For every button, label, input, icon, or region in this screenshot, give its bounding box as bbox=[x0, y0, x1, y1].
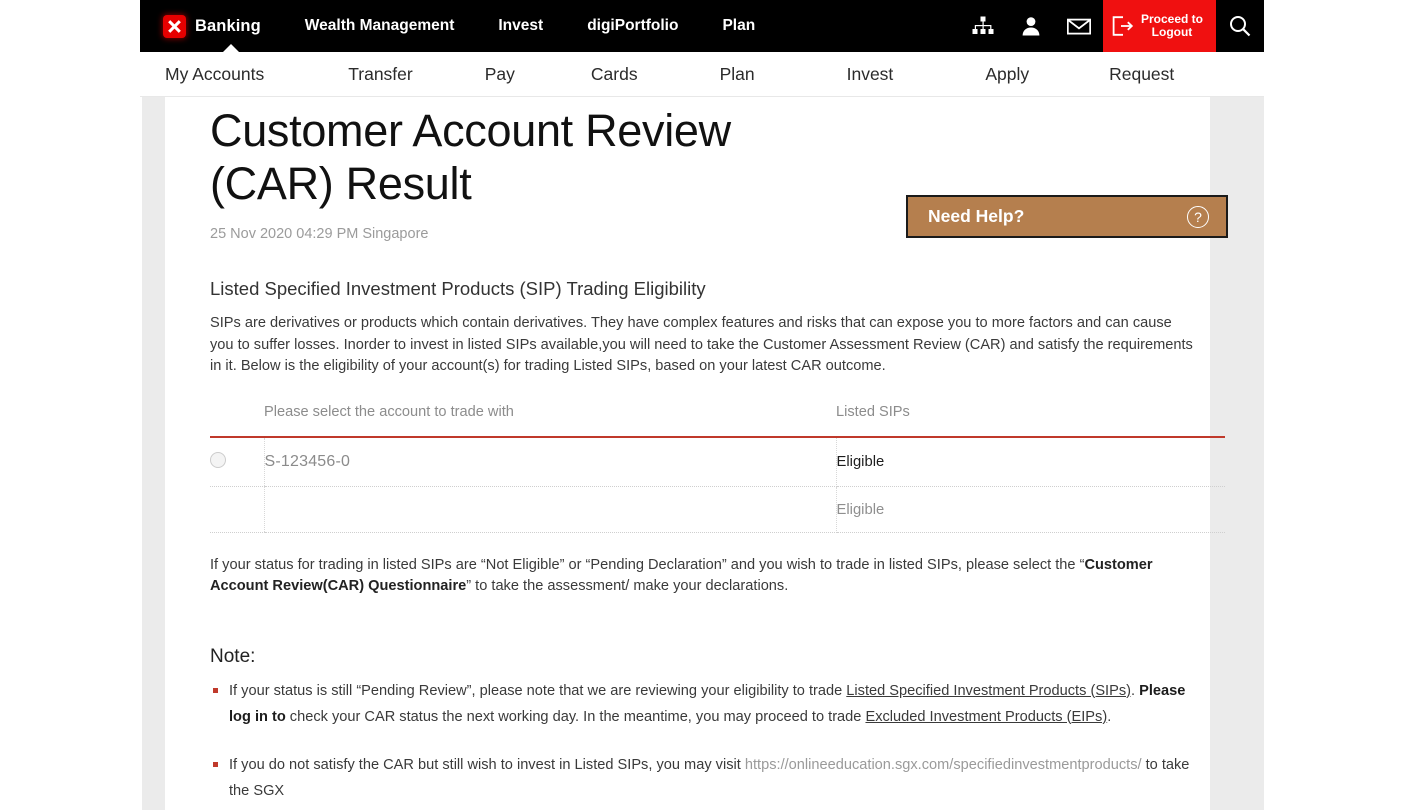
account-eligibility-table: Please select the account to trade with … bbox=[210, 404, 1225, 533]
after-table-note: If your status for trading in listed SIP… bbox=[210, 555, 1195, 598]
table-header-account: Please select the account to trade with bbox=[264, 403, 514, 420]
person-icon[interactable] bbox=[1007, 0, 1055, 52]
top-nav-items: Wealth Management Invest digiPortfolio P… bbox=[261, 17, 755, 35]
sitemap-icon[interactable] bbox=[959, 0, 1007, 52]
sidebar-item-plan[interactable]: Plan bbox=[720, 64, 755, 85]
table-row: Eligible bbox=[210, 486, 1225, 533]
link-sgx-education-url[interactable]: https://onlineeducation.sgx.com/specifie… bbox=[745, 757, 1142, 773]
sip-status: Eligible bbox=[836, 501, 885, 518]
content-area: Customer Account Review (CAR) Result 25 … bbox=[140, 97, 1264, 810]
table-row: S-123456-0 Eligible bbox=[210, 436, 1225, 487]
table-cell-account: S-123456-0 bbox=[263, 436, 837, 487]
note1-part1: If your status is still “Pending Review”… bbox=[229, 682, 847, 699]
table-head: Please select the account to trade with … bbox=[210, 404, 1225, 437]
table-cell-sips: Eligible bbox=[836, 436, 1225, 487]
note-list: If your status is still “Pending Review”… bbox=[210, 678, 1210, 804]
top-right-icon-group: Proceed to Logout bbox=[959, 0, 1264, 52]
search-icon[interactable] bbox=[1216, 0, 1264, 52]
envelope-icon[interactable] bbox=[1055, 0, 1103, 52]
brand-banking[interactable]: Banking bbox=[163, 14, 261, 38]
after-table-part1: If your status for trading in listed SIP… bbox=[210, 556, 1085, 573]
account-number: S-123456-0 bbox=[264, 452, 351, 470]
sidebar-item-my-accounts[interactable]: My Accounts bbox=[165, 64, 264, 85]
x-logo-icon bbox=[163, 14, 186, 38]
table-header-row: Please select the account to trade with … bbox=[210, 404, 1225, 437]
table-body: S-123456-0 Eligible Eligible bbox=[210, 436, 1225, 533]
logout-label: Proceed to Logout bbox=[1140, 12, 1203, 39]
list-item: If your status is still “Pending Review”… bbox=[210, 678, 1210, 730]
top-nav-item-plan[interactable]: Plan bbox=[722, 17, 755, 35]
top-nav-item-invest[interactable]: Invest bbox=[498, 17, 543, 35]
question-circle-icon: ? bbox=[1187, 205, 1209, 228]
sidebar-item-request[interactable]: Request bbox=[1109, 64, 1174, 85]
section-intro-text: SIPs are derivatives or products which c… bbox=[210, 315, 1193, 374]
need-help-button[interactable]: Need Help? ? bbox=[906, 195, 1228, 238]
need-help-label: Need Help? bbox=[928, 206, 1025, 226]
note1-part3: check your CAR status the next working d… bbox=[285, 708, 866, 725]
secondary-navigation-bar: My Accounts Transfer Pay Cards Plan Inve… bbox=[140, 52, 1264, 97]
top-nav-item-wealth-management[interactable]: Wealth Management bbox=[305, 17, 455, 35]
note1-part2: . bbox=[1131, 682, 1140, 699]
link-excluded-investment-products[interactable]: Excluded Investment Products (EIPs) bbox=[865, 709, 1107, 725]
sidebar-item-invest[interactable]: Invest bbox=[847, 64, 894, 85]
screenshot-viewport: Banking Wealth Management Invest digiPor… bbox=[0, 0, 1406, 810]
proceed-to-logout-button[interactable]: Proceed to Logout bbox=[1102, 0, 1216, 52]
sidebar-item-cards[interactable]: Cards bbox=[591, 64, 638, 85]
page-title: Customer Account Review (CAR) Result bbox=[210, 105, 731, 209]
note-title: Note: bbox=[210, 645, 256, 667]
table-cell-select bbox=[210, 486, 264, 533]
sidebar-item-transfer[interactable]: Transfer bbox=[348, 64, 413, 85]
logout-icon bbox=[1112, 16, 1134, 36]
note2-part1: If you do not satisfy the CAR but still … bbox=[229, 756, 745, 773]
table-cell-account bbox=[263, 486, 837, 533]
table-header-listed-sips: Listed SIPs bbox=[836, 403, 910, 420]
table-cell-sips: Eligible bbox=[836, 486, 1225, 533]
link-listed-sips[interactable]: Listed Specified Investment Products (SI… bbox=[846, 683, 1131, 699]
sidebar-item-pay[interactable]: Pay bbox=[485, 64, 515, 85]
table-header-select bbox=[210, 404, 264, 437]
bank-page: Banking Wealth Management Invest digiPor… bbox=[140, 0, 1264, 810]
left-gutter bbox=[142, 97, 165, 810]
top-navigation-bar: Banking Wealth Management Invest digiPor… bbox=[140, 0, 1264, 53]
list-item: If you do not satisfy the CAR but still … bbox=[210, 752, 1210, 804]
brand-label: Banking bbox=[195, 16, 261, 35]
sidebar-item-apply[interactable]: Apply bbox=[985, 64, 1029, 85]
sip-status: Eligible bbox=[836, 454, 885, 470]
section-title: Listed Specified Investment Products (SI… bbox=[210, 278, 706, 299]
table-cell-select bbox=[210, 436, 264, 487]
top-nav-item-digiportfolio[interactable]: digiPortfolio bbox=[587, 17, 678, 35]
after-table-part2: ” to take the assessment/ make your decl… bbox=[466, 578, 789, 594]
note1-part4: . bbox=[1107, 708, 1112, 725]
account-radio-button[interactable] bbox=[210, 451, 226, 468]
